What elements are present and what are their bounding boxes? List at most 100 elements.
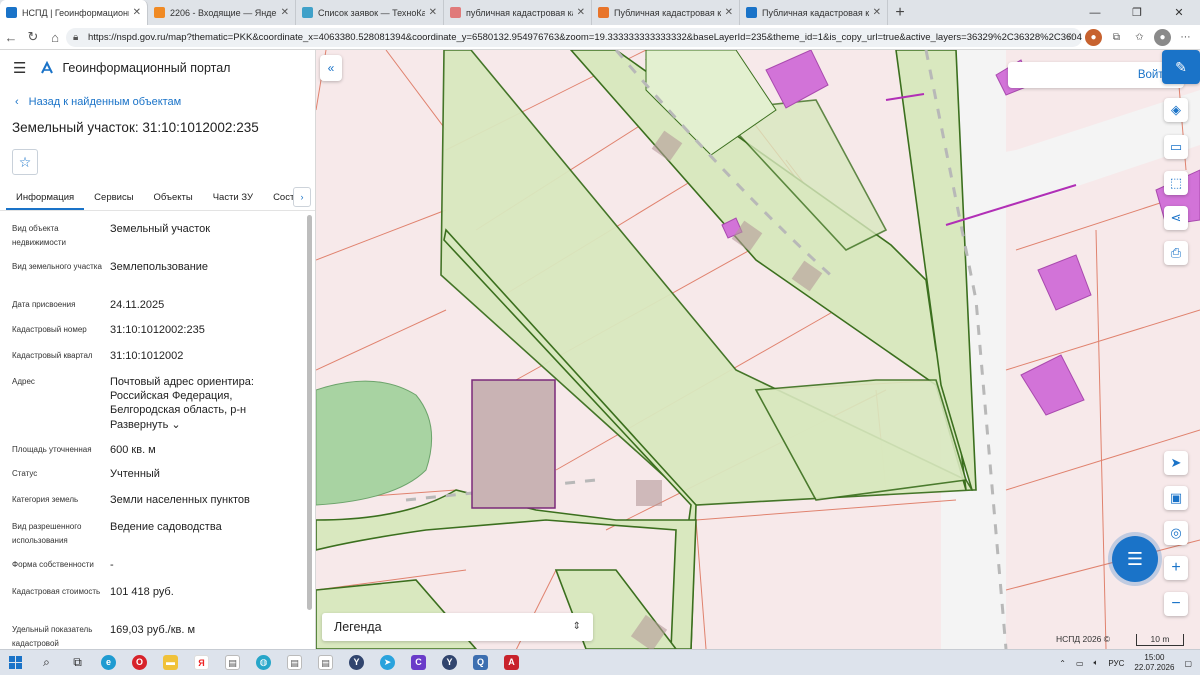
tab-title: Публичная кадастровая карта bbox=[762, 7, 869, 18]
tab-close-icon[interactable]: ✕ bbox=[873, 7, 881, 18]
attr-key: Кадастровый номер bbox=[12, 325, 87, 334]
favorites-icon[interactable]: ✩ bbox=[1131, 29, 1148, 46]
browser-tab[interactable]: Публичная кадастровая карта ✕ bbox=[740, 0, 888, 25]
bookmark-star-icon[interactable]: ☆ bbox=[1062, 29, 1079, 46]
browser-tab[interactable]: 2206 - Входящие — Яндекс Почта ✕ bbox=[148, 0, 296, 25]
task-view-icon[interactable]: ⧉ bbox=[62, 650, 93, 676]
collections-icon[interactable]: ⧉ bbox=[1108, 29, 1125, 46]
tab-favicon-icon bbox=[302, 7, 313, 18]
geolocation-icon[interactable]: ➤ bbox=[1164, 451, 1188, 475]
tab-information[interactable]: Информация bbox=[6, 187, 85, 210]
reload-icon[interactable]: ↻ bbox=[22, 29, 44, 45]
network-icon[interactable]: ▭ bbox=[1076, 659, 1084, 668]
maximize-icon[interactable]: ❐ bbox=[1116, 0, 1158, 25]
tab-close-icon[interactable]: ✕ bbox=[429, 7, 437, 18]
minimize-icon[interactable]: — bbox=[1074, 0, 1116, 25]
ruler-icon[interactable]: ▭ bbox=[1164, 135, 1188, 159]
volume-icon[interactable]: 🔈︎ bbox=[1094, 658, 1099, 668]
attr-key: Удельный показатель кадастровой bbox=[12, 625, 93, 648]
collapse-panel-button[interactable]: « bbox=[320, 55, 342, 81]
edge-browser-icon[interactable]: e bbox=[93, 650, 124, 676]
zoom-in-button[interactable]: + bbox=[1164, 556, 1188, 580]
legend-dropdown[interactable]: Легенда ⇕ bbox=[322, 613, 593, 641]
search-icon[interactable]: ⌕ bbox=[31, 650, 62, 676]
attr-key: Кадастровый квартал bbox=[12, 351, 93, 360]
url-field[interactable]: 🔒︎ https://nspd.gov.ru/map?thematic=PKK&… bbox=[66, 28, 1082, 47]
tab-close-icon[interactable]: ✕ bbox=[133, 7, 141, 18]
yandex-app-icon[interactable]: Y bbox=[341, 650, 372, 676]
yandex-app2-icon[interactable]: Y bbox=[434, 650, 465, 676]
attr-key: Площадь уточненная bbox=[12, 445, 92, 454]
star-icon: ☆ bbox=[18, 153, 32, 170]
panel-scrollbar[interactable] bbox=[307, 215, 312, 610]
yandex-browser-icon[interactable]: Я bbox=[186, 650, 217, 676]
chat-icon: ☰ bbox=[1126, 548, 1144, 569]
share-icon[interactable]: ⋖ bbox=[1164, 206, 1188, 230]
tab-favicon-icon bbox=[746, 7, 757, 18]
attr-value: 31:10:1012002 bbox=[110, 350, 184, 362]
back-to-results-link[interactable]: ‹ Назад к найденным объектам bbox=[15, 96, 315, 108]
tabs-next-button[interactable]: › bbox=[293, 187, 311, 207]
document3-icon[interactable]: ▤ bbox=[310, 650, 341, 676]
extension-icon[interactable]: ● bbox=[1085, 29, 1102, 46]
notice-icon[interactable]: ✎ bbox=[1162, 50, 1200, 84]
chat-support-button[interactable]: ☰ bbox=[1112, 536, 1158, 582]
browser-tab[interactable]: Список заявок — ТехноКад-Мун ✕ bbox=[296, 0, 444, 25]
tab-close-icon[interactable]: ✕ bbox=[725, 7, 733, 18]
document-icon[interactable]: ▤ bbox=[217, 650, 248, 676]
attr-value: 24.11.2025 bbox=[110, 299, 165, 311]
tab-close-icon[interactable]: ✕ bbox=[577, 7, 585, 18]
tab-title: НСПД | Геоинформационный по bbox=[22, 7, 129, 18]
clock[interactable]: 15:00 22.07.2026 bbox=[1134, 653, 1174, 673]
map-canvas[interactable] bbox=[316, 50, 1200, 649]
copyright-text: НСПД 2026 © bbox=[1056, 634, 1111, 644]
notifications-icon[interactable]: ▢ bbox=[1184, 659, 1192, 668]
windows-start-icon[interactable] bbox=[0, 650, 31, 676]
lock-icon: 🔒︎ bbox=[73, 32, 79, 43]
profile-avatar[interactable]: ● bbox=[1154, 29, 1171, 46]
login-button[interactable]: Войти bbox=[1008, 62, 1184, 88]
tab-parts[interactable]: Части ЗУ bbox=[203, 187, 263, 210]
opera-icon[interactable]: O bbox=[124, 650, 155, 676]
telegram-icon[interactable]: ➤ bbox=[372, 650, 403, 676]
app-q-icon[interactable]: Q bbox=[465, 650, 496, 676]
attr-key: Вид земельного участка bbox=[12, 262, 102, 271]
browser-tab[interactable]: НСПД | Геоинформационный по ✕ bbox=[0, 0, 148, 25]
print-icon[interactable]: ⎙ bbox=[1164, 241, 1188, 265]
language-indicator[interactable]: РУС bbox=[1108, 659, 1124, 668]
document2-icon[interactable]: ▤ bbox=[279, 650, 310, 676]
expand-address-link[interactable]: Развернуть ⌄ bbox=[110, 418, 290, 432]
hamburger-menu-icon[interactable]: ☰ bbox=[13, 59, 26, 77]
app-c-icon[interactable]: C bbox=[403, 650, 434, 676]
clock-date: 22.07.2026 bbox=[1134, 663, 1175, 672]
tab-favicon-icon bbox=[154, 7, 165, 18]
select-area-icon[interactable]: ⬚ bbox=[1164, 171, 1188, 195]
tray-chevron-up-icon[interactable]: ⌃ bbox=[1059, 659, 1066, 668]
layers-icon[interactable]: ◈ bbox=[1164, 98, 1188, 122]
browser-tab[interactable]: публичная кадастровая карта бе ✕ bbox=[444, 0, 592, 25]
home-icon[interactable]: ⌂ bbox=[44, 30, 66, 45]
back-link-label: Назад к найденным объектам bbox=[28, 96, 182, 108]
close-window-icon[interactable]: ✕ bbox=[1158, 0, 1200, 25]
browser-tab[interactable]: Публичная кадастровая карта Бе ✕ bbox=[592, 0, 740, 25]
cadastral-map[interactable]: « Войти ✎ ◈ ▭ ⬚ ⋖ ⎙ ➤ ▣ ◎ + − ☰ Легенда ⇕… bbox=[316, 50, 1200, 649]
back-arrow-icon[interactable]: ← bbox=[0, 30, 22, 45]
object-info-panel: ☰ Геоинформационный портал ‹ Назад к най… bbox=[0, 50, 316, 649]
new-tab-button[interactable]: + bbox=[888, 0, 912, 25]
zoom-out-button[interactable]: − bbox=[1164, 592, 1188, 616]
favorite-star-button[interactable]: ☆ bbox=[12, 149, 38, 175]
globe-app-icon[interactable]: ◍ bbox=[248, 650, 279, 676]
attr-value: 600 кв. м bbox=[110, 444, 156, 456]
search-location-icon[interactable]: ◎ bbox=[1164, 521, 1188, 545]
attr-value: Землепользование bbox=[110, 261, 209, 273]
menu-dots-icon[interactable]: ⋯ bbox=[1177, 29, 1194, 46]
file-explorer-icon[interactable]: ▬ bbox=[155, 650, 186, 676]
chevron-left-icon: ‹ bbox=[15, 96, 19, 108]
pdf-reader-icon[interactable]: A bbox=[496, 650, 527, 676]
attr-key: Статус bbox=[12, 469, 38, 478]
tab-objects[interactable]: Объекты bbox=[144, 187, 203, 210]
attr-value: Почтовый адрес ориентира: Российская Фед… bbox=[110, 376, 254, 416]
tab-close-icon[interactable]: ✕ bbox=[281, 7, 289, 18]
tab-services[interactable]: Сервисы bbox=[84, 187, 143, 210]
basemap-icon[interactable]: ▣ bbox=[1164, 486, 1188, 510]
